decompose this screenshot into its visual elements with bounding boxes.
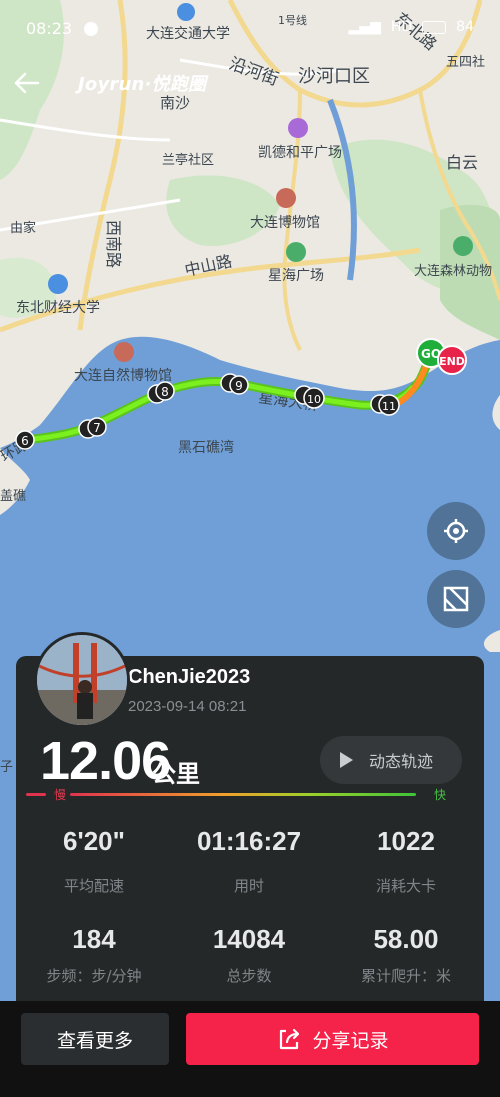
- stat-calories: 1022 消耗大卡: [336, 826, 476, 896]
- battery-level: 84: [456, 19, 474, 35]
- run-datetime: 2023-09-14 08:21: [128, 698, 247, 715]
- distance-value: 12.06: [40, 731, 171, 791]
- stat-value: 01:16:27: [196, 826, 302, 856]
- share-label: 分享记录: [312, 1029, 389, 1052]
- svg-text:10: 10: [307, 393, 321, 406]
- map-label: 兰亭社区: [162, 152, 214, 168]
- km-marker: 11: [370, 394, 400, 416]
- stat-label: 累计爬升：米: [360, 967, 451, 985]
- stat-value: 58.00: [373, 924, 439, 954]
- stat-value: 1022: [377, 826, 435, 856]
- status-bar: 08:23 ▂▄▆ HD 84: [0, 0, 500, 58]
- map-layer-icon: [443, 586, 469, 612]
- km-marker: 7: [78, 417, 107, 439]
- status-time: 08:23: [26, 19, 73, 38]
- share-record-button[interactable]: 分享记录: [186, 1013, 479, 1065]
- map-label: 大连森林动物: [414, 263, 492, 279]
- stat-label: 消耗大卡: [375, 877, 436, 895]
- replay-track-button[interactable]: 动态轨迹: [320, 736, 462, 784]
- stat-value: 184: [72, 924, 116, 954]
- replay-label: 动态轨迹: [369, 752, 434, 771]
- map-label: 黑石礁湾: [178, 439, 234, 456]
- park-icon: [286, 242, 306, 262]
- map-label: 东北财经大学: [16, 300, 100, 316]
- km-marker: 9: [220, 373, 249, 395]
- map-label: 大连博物馆: [250, 214, 320, 231]
- map-label: 星海广场: [268, 268, 324, 284]
- map-style-button[interactable]: [427, 570, 485, 628]
- stat-label: 用时: [233, 877, 264, 895]
- stat-label: 总步数: [226, 967, 272, 985]
- stat-value: 6'20": [63, 826, 125, 856]
- map-label: 子: [0, 760, 13, 775]
- svg-text:7: 7: [93, 421, 101, 435]
- bottom-action-bar: 查看更多 分享记录: [0, 1001, 500, 1097]
- username[interactable]: ChenJie2023: [128, 666, 250, 689]
- map-label: 由家: [10, 220, 36, 236]
- distance-unit: 公里: [152, 760, 200, 788]
- stat-duration: 01:16:27 用时: [179, 826, 319, 896]
- locate-icon: [444, 519, 468, 543]
- end-marker: END: [437, 345, 467, 375]
- app-brand: Joyrun·悦跑圈: [78, 74, 207, 95]
- map-label: 大连自然博物馆: [74, 367, 172, 384]
- stat-elevation-gain: 58.00 累计爬升：米: [336, 924, 476, 986]
- map-label: 西南路: [104, 220, 123, 268]
- view-more-button[interactable]: 查看更多: [21, 1013, 169, 1065]
- signal-icon: ▂▄▆: [348, 19, 381, 35]
- map-label: 盖礁: [0, 488, 26, 504]
- pace-gradient-bar: [26, 793, 416, 796]
- stat-total-steps: 14084 总步数: [179, 924, 319, 986]
- shopping-icon: [288, 118, 308, 138]
- svg-text:9: 9: [235, 379, 243, 393]
- museum-icon: [276, 188, 296, 208]
- stat-cadence: 184 步频：步/分钟: [24, 924, 164, 986]
- km-marker: 6: [15, 430, 35, 450]
- zoo-icon: [453, 236, 473, 256]
- app-header: Joyrun·悦跑圈: [0, 60, 500, 106]
- view-more-label: 查看更多: [56, 1029, 133, 1052]
- avatar[interactable]: [34, 632, 130, 728]
- notification-dot-icon: [84, 22, 98, 36]
- battery-icon: [422, 20, 447, 34]
- avatar-photo-icon: [37, 635, 127, 725]
- pace-slow-label: 慢: [54, 788, 67, 802]
- pace-fast-label: 快: [434, 788, 447, 802]
- svg-text:6: 6: [21, 434, 29, 448]
- svg-text:END: END: [439, 355, 465, 368]
- locate-button[interactable]: [427, 502, 485, 560]
- map-label: 白云: [446, 153, 478, 172]
- share-icon: [280, 1028, 300, 1050]
- school-icon: [48, 274, 68, 294]
- stat-value: 14084: [212, 924, 286, 954]
- back-arrow-icon[interactable]: [10, 66, 44, 100]
- stat-avg-pace: 6'20" 平均配速: [24, 826, 164, 896]
- svg-text:8: 8: [161, 385, 169, 399]
- stat-label: 步频：步/分钟: [46, 967, 142, 985]
- play-icon: [340, 752, 353, 768]
- svg-text:11: 11: [382, 400, 396, 413]
- map-label: 凯德和平广场: [258, 145, 342, 161]
- museum-icon: [114, 342, 134, 362]
- network-type: HD: [390, 19, 413, 35]
- status-indicators: ▂▄▆ HD 84: [349, 19, 474, 35]
- stat-label: 平均配速: [63, 877, 124, 895]
